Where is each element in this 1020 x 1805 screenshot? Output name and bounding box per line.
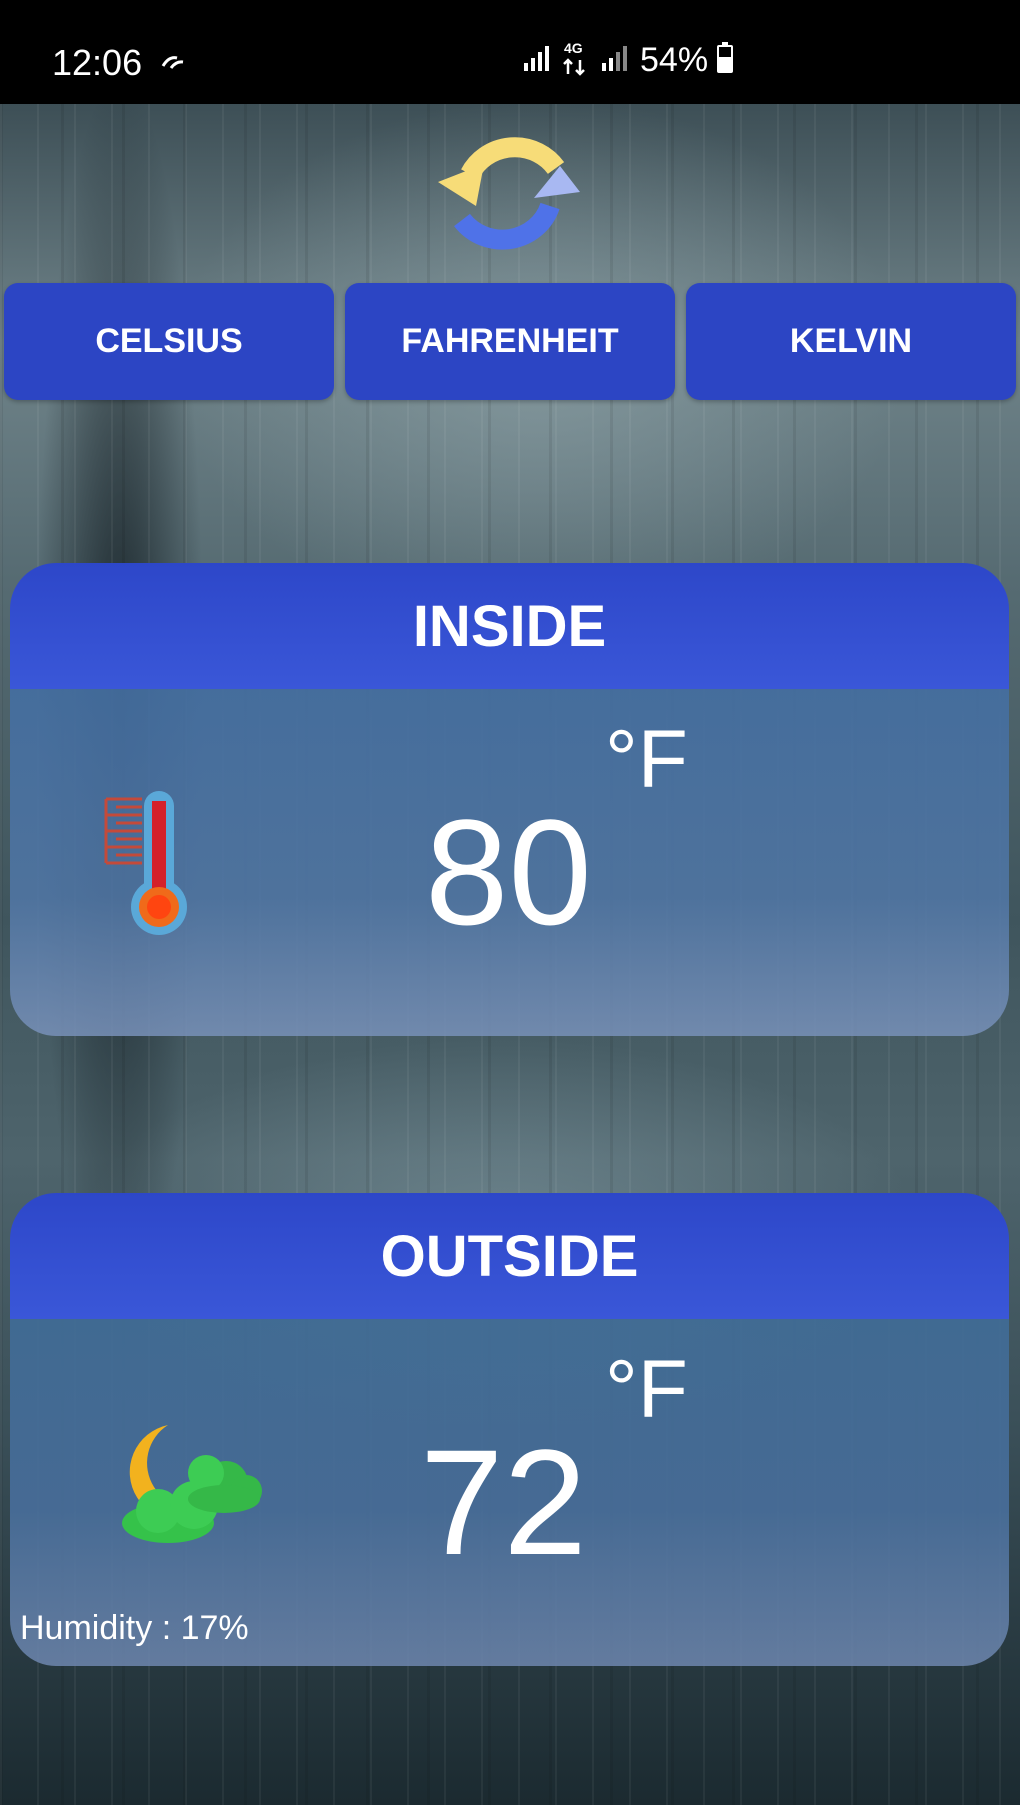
inside-card: INSIDE 80 °F [10,563,1009,1036]
inside-title: INSIDE [10,563,1009,689]
outside-title: OUTSIDE [10,1193,1009,1319]
status-indicators: 4G 54% [522,38,734,82]
fahrenheit-button[interactable]: FAHRENHEIT [345,283,675,400]
inside-temperature: 80 [425,788,592,956]
signal-icon-2 [600,43,630,78]
battery-icon [716,41,734,79]
humidity-label: Humidity : 17% [20,1609,249,1647]
status-bar: 12:06 4G 54% [0,0,1020,104]
outside-temperature: 72 [420,1418,587,1586]
outside-body: 72 °F Humidity : 17% [10,1319,1009,1666]
cast-icon [160,50,190,77]
inside-unit: °F [605,714,688,805]
thermometer-icon [102,789,212,944]
refresh-icon[interactable] [432,124,582,262]
network-type-label: 4G [564,40,583,56]
kelvin-button[interactable]: KELVIN [686,283,1016,400]
celsius-button[interactable]: CELSIUS [4,283,334,400]
signal-icon [522,43,552,78]
battery-level: 54% [640,40,709,79]
outside-unit: °F [605,1344,688,1435]
inside-body: 80 °F [10,689,1009,1036]
network-type-icon: 4G [560,40,594,80]
status-time: 12:06 [52,42,143,83]
moon-cloud-icon [108,1415,278,1560]
outside-card: OUTSIDE 72 °F Humidity : 17% [10,1193,1009,1666]
